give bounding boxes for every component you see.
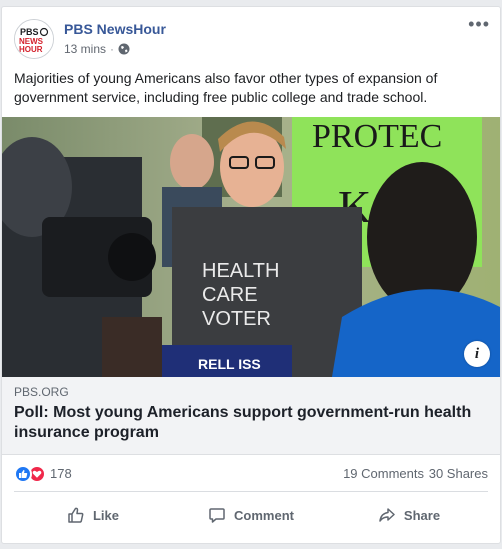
post-timestamp[interactable]: 13 mins bbox=[64, 42, 106, 56]
share-label: Share bbox=[403, 507, 441, 523]
reaction-count[interactable]: 178 bbox=[50, 466, 72, 481]
post-stats: 178 19 Comments 30 Shares bbox=[2, 455, 500, 491]
comment-icon bbox=[209, 508, 225, 523]
comment-label: Comment bbox=[234, 507, 294, 523]
post-header: PBS NEWS HOUR PBS NewsHour 13 mins · ••• bbox=[2, 7, 500, 65]
share-button[interactable]: Share bbox=[330, 497, 488, 533]
pbs-newshour-logo: PBS NEWS HOUR bbox=[15, 20, 53, 58]
info-button[interactable]: i bbox=[464, 341, 490, 367]
shares-count[interactable]: 30 Shares bbox=[429, 466, 488, 481]
press-conference-photo: PROTEC K HEALTH CARE VOTER RELL ISS bbox=[2, 117, 500, 377]
post-meta: 13 mins · bbox=[64, 42, 130, 56]
post-text: Majorities of young Americans also favor… bbox=[14, 70, 438, 105]
link-headline[interactable]: Poll: Most young Americans support gover… bbox=[14, 403, 484, 443]
shirt-line3: VOTER bbox=[202, 308, 271, 330]
sign-text: PROTEC bbox=[312, 118, 442, 155]
page-name-link[interactable]: PBS NewsHour bbox=[64, 21, 166, 37]
divider bbox=[14, 491, 488, 492]
globe-icon[interactable] bbox=[118, 43, 130, 55]
link-preview-caption[interactable]: PBS.ORG Poll: Most young Americans suppo… bbox=[2, 377, 500, 455]
share-arrow-icon bbox=[379, 508, 395, 522]
ellipsis-icon[interactable]: ••• bbox=[468, 15, 490, 33]
logo-line1: PBS bbox=[20, 27, 39, 37]
comments-count[interactable]: 19 Comments bbox=[343, 466, 424, 481]
reaction-icons[interactable] bbox=[14, 465, 46, 483]
link-domain: PBS.ORG bbox=[14, 385, 69, 399]
link-preview-image[interactable]: PROTEC K HEALTH CARE VOTER RELL ISS i bbox=[2, 117, 500, 377]
meta-separator: · bbox=[110, 42, 115, 56]
post-card: PBS NEWS HOUR PBS NewsHour 13 mins · •••… bbox=[1, 6, 501, 544]
thumbs-up-icon bbox=[68, 507, 84, 523]
shirt-line1: HEALTH bbox=[202, 260, 279, 282]
like-label: Like bbox=[92, 507, 119, 523]
shirt-line2: CARE bbox=[202, 284, 258, 306]
banner-text: RELL ISS bbox=[198, 356, 261, 372]
logo-line3: HOUR bbox=[19, 45, 43, 54]
comment-button[interactable]: Comment bbox=[172, 497, 330, 533]
like-button[interactable]: Like bbox=[14, 497, 172, 533]
like-reaction-icon bbox=[14, 465, 32, 483]
page-avatar[interactable]: PBS NEWS HOUR bbox=[14, 19, 54, 59]
action-bar: Like Comment Share bbox=[14, 497, 488, 533]
